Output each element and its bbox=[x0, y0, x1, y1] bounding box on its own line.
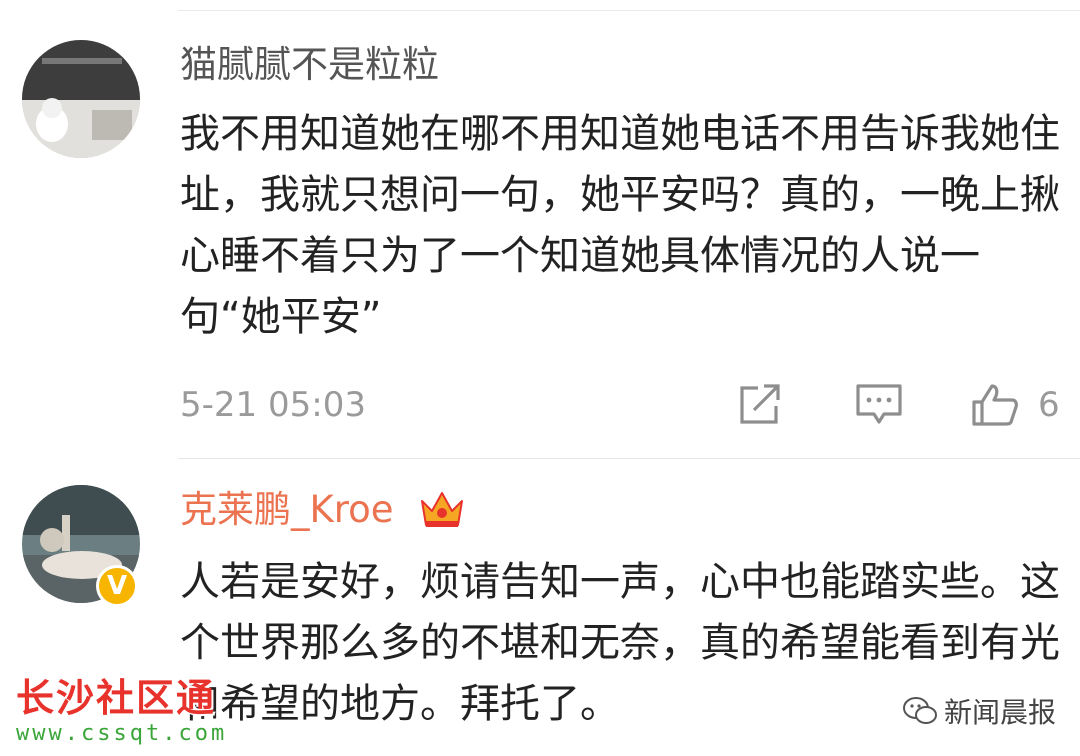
like-icon bbox=[972, 384, 1018, 426]
comment-item: 猫腻腻不是粒粒 我不用知道她在哪不用知道她电话不用告诉我她住址，我就只想问一句，… bbox=[0, 0, 1080, 460]
watermark-title: 长沙社区通 bbox=[16, 676, 217, 720]
watermark-source-label: 新闻晨报 bbox=[944, 696, 1057, 729]
wechat-icon bbox=[903, 697, 937, 724]
like-count: 6 bbox=[1038, 385, 1060, 425]
avatar[interactable] bbox=[22, 40, 140, 158]
comment-icon bbox=[856, 384, 902, 424]
comment-meta: 5-21 05:03 6 bbox=[180, 378, 1080, 432]
comment-text: 我不用知道她在哪不用知道她电话不用告诉我她住址，我就只想问一句，她平安吗？真的，… bbox=[180, 111, 1060, 340]
share-button[interactable] bbox=[736, 382, 786, 428]
like-button[interactable] bbox=[970, 382, 1020, 428]
comment-divider bbox=[178, 458, 1080, 459]
verified-badge-icon: V bbox=[96, 565, 138, 607]
watermark-url: www.cssqt.com bbox=[16, 721, 228, 746]
crown-vip-icon bbox=[421, 492, 463, 527]
username[interactable]: 猫腻腻不是粒粒 bbox=[180, 40, 439, 90]
comment-button[interactable] bbox=[854, 382, 904, 428]
timestamp: 5-21 05:03 bbox=[180, 385, 366, 425]
username[interactable]: 克莱鹏_Kroe bbox=[180, 485, 394, 535]
share-icon bbox=[740, 384, 780, 424]
watermark-source: 新闻晨报 bbox=[902, 686, 1056, 736]
